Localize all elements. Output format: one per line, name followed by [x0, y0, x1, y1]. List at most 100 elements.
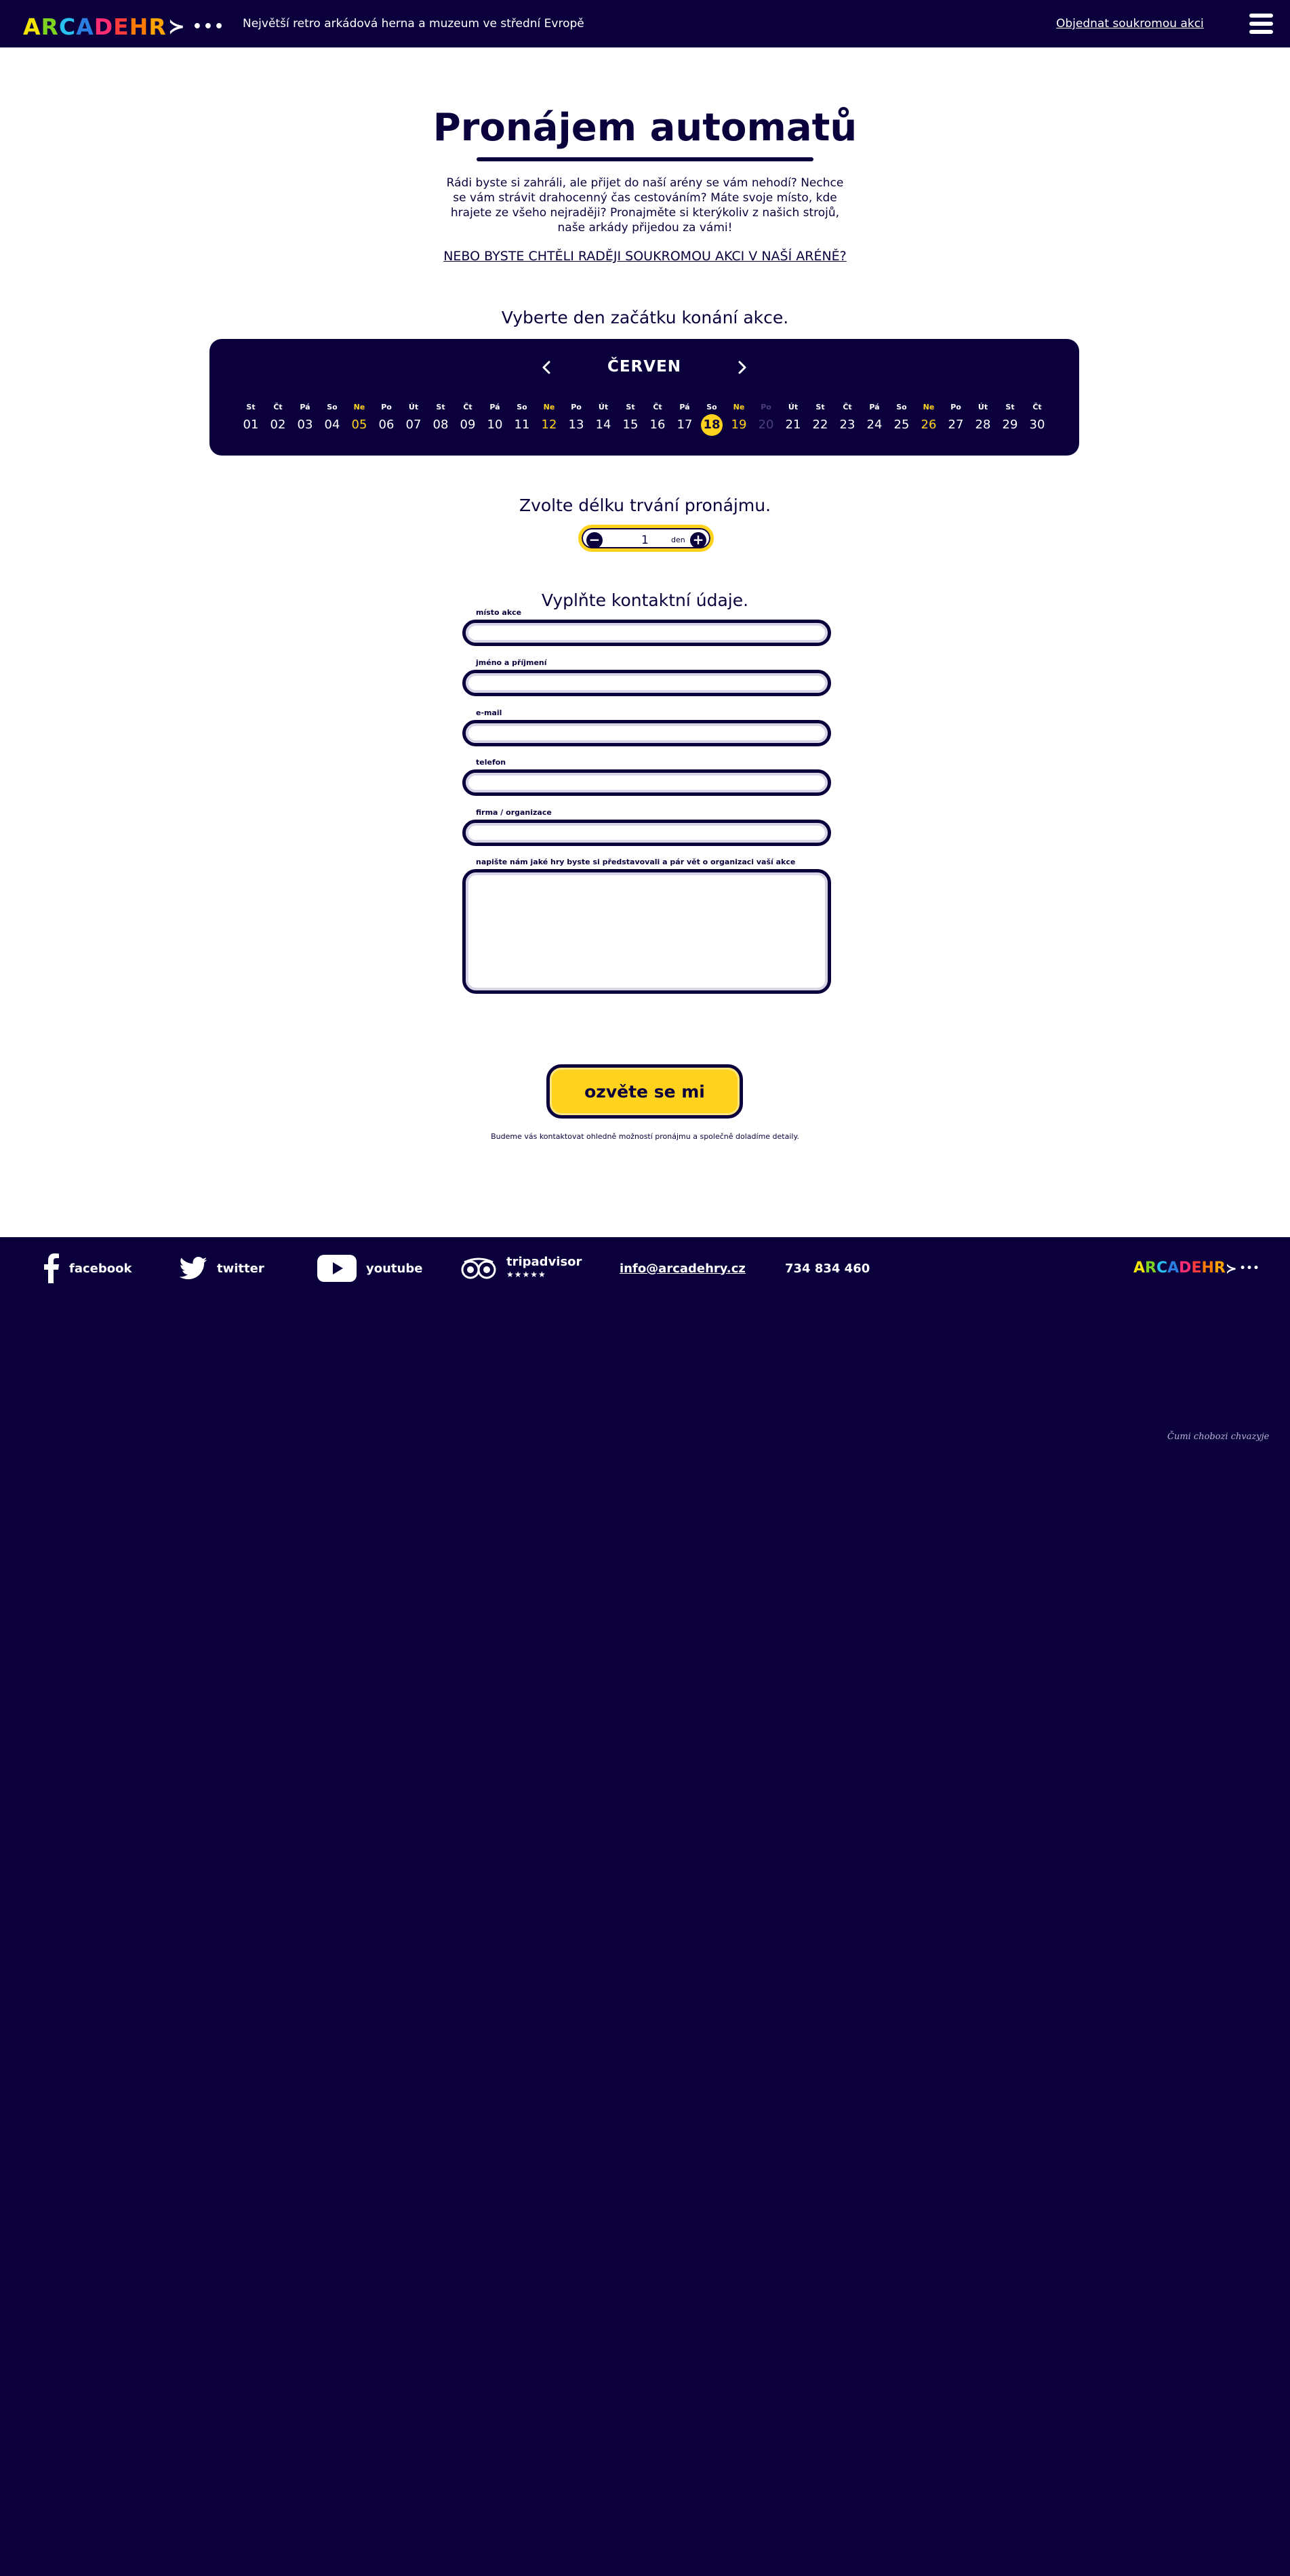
credit-link[interactable]: Čumi chobozi chvazyje	[1167, 1432, 1269, 1442]
calendar-day-number: 07	[405, 418, 422, 432]
footer-logo-letter: C	[1156, 1260, 1168, 1276]
calendar-day-name: St	[815, 403, 825, 411]
calendar-day-name: So	[706, 403, 717, 411]
plus-icon[interactable]: +	[690, 532, 706, 548]
submit-button[interactable]: ozvěte se mi	[546, 1064, 743, 1119]
calendar-day-10[interactable]: Pá 10	[481, 401, 508, 436]
intro-text: Rádi byste si zahráli, ale přijet do naš…	[446, 176, 844, 235]
logo-dots: •••	[192, 18, 226, 35]
hamburger-icon[interactable]	[1249, 14, 1273, 34]
calendar-day-24[interactable]: Pá 24	[861, 401, 888, 436]
twitter-link[interactable]: twitter	[179, 1253, 264, 1284]
chevron-right-icon[interactable]	[732, 358, 751, 377]
calendar-day-01[interactable]: St 01	[237, 401, 264, 436]
company-input[interactable]	[462, 820, 831, 846]
calendar-day-name: So	[896, 403, 907, 411]
youtube-label: youtube	[366, 1261, 423, 1276]
calendar-day-number: 03	[297, 418, 313, 432]
footer-arcadehry-logo[interactable]: A R C A D E H R ≻ •••	[1133, 1260, 1259, 1276]
calendar-day-number: 24	[866, 418, 883, 432]
youtube-icon	[317, 1255, 357, 1282]
place-label: místo akce	[476, 608, 522, 617]
calendar-day-07[interactable]: Út 07	[400, 401, 427, 436]
calendar-day-08[interactable]: St 08	[427, 401, 454, 436]
calendar-day-14[interactable]: Út 14	[590, 401, 617, 436]
calendar-day-06[interactable]: Po 06	[373, 401, 400, 436]
calendar-day-03[interactable]: Pá 03	[291, 401, 319, 436]
calendar-day-30[interactable]: Čt 30	[1024, 401, 1051, 436]
calendar-day-name: Čt	[653, 403, 662, 411]
calendar-day-name: Út	[598, 403, 609, 411]
calendar-day-name: Pá	[679, 403, 690, 411]
calendar-day-15[interactable]: St 15	[617, 401, 644, 436]
email-input[interactable]	[462, 720, 831, 746]
footer-logo-letter: D	[1179, 1260, 1192, 1276]
calendar-day-05[interactable]: Ne 05	[346, 401, 373, 436]
facebook-link[interactable]: facebook	[43, 1253, 132, 1284]
duration-unit: den	[671, 536, 685, 544]
logo-letter: R	[41, 14, 59, 40]
calendar-day-23[interactable]: Čt 23	[834, 401, 861, 436]
calendar-day-number: 14	[595, 418, 611, 432]
calendar-day-09[interactable]: Čt 09	[454, 401, 481, 436]
calendar-day-04[interactable]: So 04	[319, 401, 346, 436]
calendar-day-number: 13	[568, 418, 584, 432]
calendar-day-12[interactable]: Ne 12	[536, 401, 563, 436]
calendar-day-number: 01	[243, 418, 259, 432]
message-textarea[interactable]	[462, 869, 831, 994]
calendar-day-29[interactable]: St 29	[996, 401, 1024, 436]
calendar-day-21[interactable]: Út 21	[780, 401, 807, 436]
private-event-cta-link[interactable]: NEBO BYSTE CHTĚLI RADĚJI SOUKROMOU AKCI …	[0, 249, 1290, 264]
calendar-day-number: 27	[948, 418, 964, 432]
youtube-link[interactable]: youtube	[317, 1253, 422, 1284]
name-label: jméno a příjmení	[476, 658, 547, 667]
calendar-day-27[interactable]: Po 27	[942, 401, 969, 436]
place-input[interactable]	[462, 620, 831, 646]
calendar-day-number: 11	[514, 418, 530, 432]
email-label: e-mail	[476, 708, 502, 717]
calendar-day-name: Ne	[543, 403, 555, 411]
calendar-day-17[interactable]: Pá 17	[671, 401, 698, 436]
calendar-day-11[interactable]: So 11	[508, 401, 536, 436]
calendar-day-28[interactable]: Út 28	[969, 401, 996, 436]
calendar-day-25[interactable]: So 25	[888, 401, 915, 436]
tripadvisor-link[interactable]: tripadvisor ★★★★★	[460, 1253, 582, 1284]
calendar-day-13[interactable]: Po 13	[563, 401, 590, 436]
title-underline	[477, 157, 813, 161]
calendar-day-02[interactable]: Čt 02	[264, 401, 291, 436]
calendar-day-20: Po 20	[752, 401, 780, 436]
logo-arrow: ≻	[167, 15, 186, 39]
calendar-day-name: Pá	[489, 403, 500, 411]
email-link[interactable]: info@arcadehry.cz	[620, 1253, 746, 1284]
phone-link[interactable]: 734 834 460	[785, 1253, 870, 1284]
calendar-day-19[interactable]: Ne 19	[725, 401, 752, 436]
footer-logo-letter: R	[1145, 1260, 1156, 1276]
calendar-day-number: 30	[1029, 418, 1045, 432]
duration-value: 1	[641, 534, 649, 547]
calendar-day-number: 17	[677, 418, 693, 432]
minus-icon[interactable]: −	[586, 532, 603, 548]
calendar-day-number: 23	[839, 418, 855, 432]
calendar-day-number: 08	[432, 418, 449, 432]
tripadvisor-label: tripadvisor	[506, 1255, 582, 1269]
calendar-day-name: So	[517, 403, 527, 411]
tripadvisor-stars: ★★★★★	[506, 1270, 546, 1279]
logo-letter: A	[76, 14, 94, 40]
name-input[interactable]	[462, 670, 831, 696]
facebook-label: facebook	[69, 1261, 132, 1276]
phone-input[interactable]	[462, 769, 831, 796]
calendar-day-16[interactable]: Čt 16	[644, 401, 671, 436]
phone-field: telefon	[462, 756, 831, 796]
arcadehry-logo[interactable]: A R C A D E H R ≻ •••	[23, 14, 225, 40]
calendar-day-26[interactable]: Ne 26	[915, 401, 942, 436]
calendar-day-name: St	[436, 403, 445, 411]
calendar-month: ČERVEN	[607, 358, 682, 376]
calendar-day-name: Čt	[273, 403, 283, 411]
private-event-link[interactable]: Objednat soukromou akci	[1056, 17, 1204, 31]
place-field: místo akce	[462, 606, 831, 646]
footer-logo-letter: A	[1133, 1260, 1146, 1276]
calendar-day-22[interactable]: St 22	[807, 401, 834, 436]
calendar-day-number: 19	[731, 418, 747, 432]
calendar-day-18[interactable]: So 18	[698, 401, 725, 436]
calendar-day-name: Út	[788, 403, 799, 411]
